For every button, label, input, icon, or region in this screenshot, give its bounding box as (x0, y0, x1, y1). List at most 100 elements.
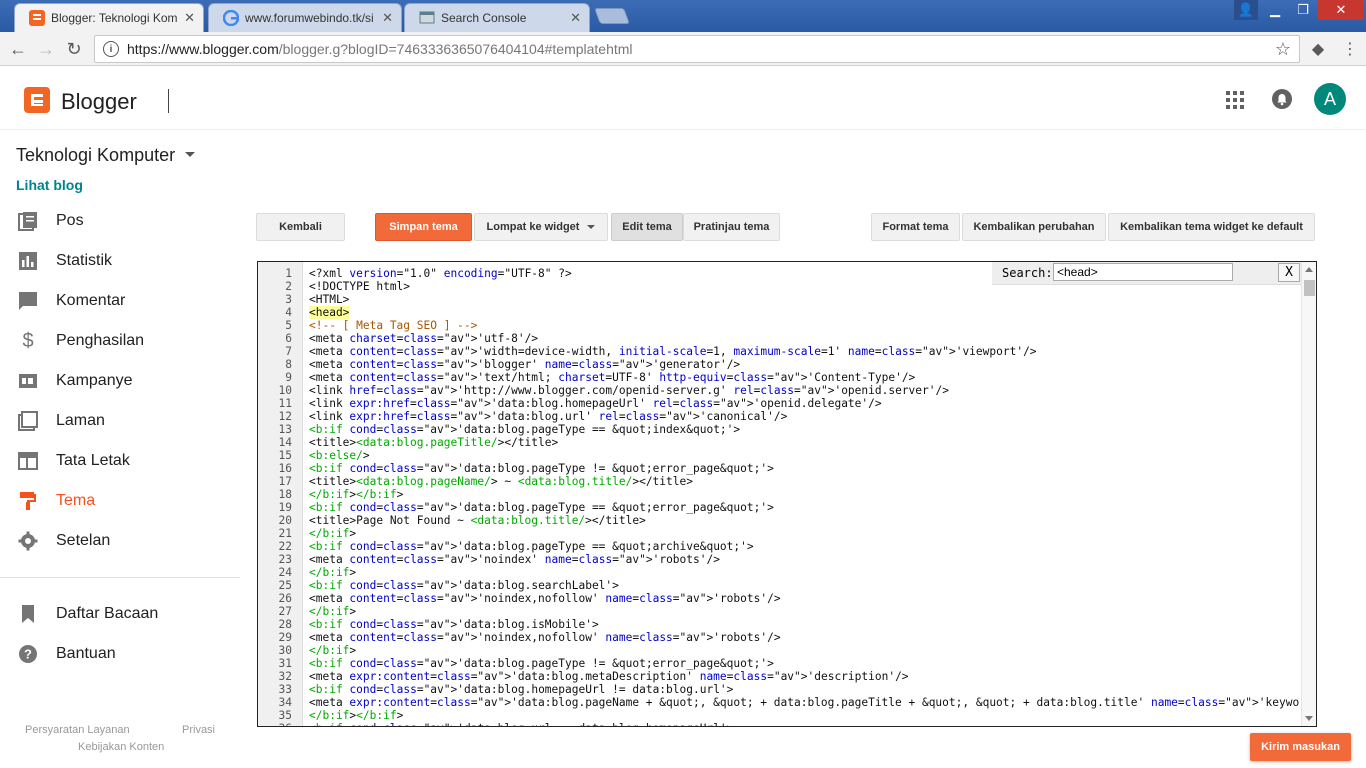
code-line[interactable]: 35 </b:if></b:if> (258, 709, 1298, 722)
code-line[interactable]: 5 <!-- [ Meta Tag SEO ] --> (258, 319, 1298, 332)
search-close-button[interactable]: X (1278, 263, 1300, 282)
revert-changes-button[interactable]: Kembalikan perubahan (962, 213, 1106, 241)
send-feedback-button[interactable]: Kirim masukan (1250, 733, 1351, 761)
sidebar-item-help[interactable]: ? Bantuan (0, 634, 240, 674)
sidebar-item-pages[interactable]: Laman (0, 401, 240, 441)
search-input[interactable] (1053, 263, 1233, 281)
code-editor[interactable]: 1 <?xml version="1.0" encoding="UTF-8" ?>… (257, 261, 1317, 727)
code-line[interactable]: 36 <b:if cond=class="av">'data:blog.url =… (258, 722, 1298, 726)
menu-icon[interactable]: ⋮ (1338, 37, 1362, 61)
bookmark-star-icon[interactable]: ☆ (1275, 39, 1291, 60)
extension-icon[interactable]: ◆ (1306, 37, 1330, 61)
line-number: 5 (285, 319, 292, 332)
code-line[interactable]: 3 <HTML> (258, 293, 1298, 306)
sidebar-item-campaigns[interactable]: Kampanye (0, 361, 240, 401)
scroll-down-icon[interactable] (1305, 716, 1313, 721)
sidebar-item-reading-list[interactable]: Daftar Bacaan (0, 594, 240, 634)
code-line[interactable]: 11 <link expr:href=class="av">'data:blog.… (258, 397, 1298, 410)
vertical-scrollbar[interactable] (1301, 262, 1316, 726)
window-close-icon[interactable]: ✕ (1318, 0, 1364, 20)
blogger-logo-icon[interactable] (24, 87, 50, 113)
address-bar[interactable]: i https://www.blogger.com/blogger.g?blog… (94, 35, 1300, 63)
code-line[interactable]: 20 <title>Page Not Found ~ <data:blog.tit… (258, 514, 1298, 527)
terms-link[interactable]: Persyaratan Layanan (25, 724, 130, 736)
sidebar-item-posts[interactable]: Pos (0, 201, 240, 241)
code-line[interactable]: 25 <b:if cond=class="av">'data:blog.searc… (258, 579, 1298, 592)
code-line[interactable]: 26 <meta content=class="av">'noindex,nofo… (258, 592, 1298, 605)
sidebar-divider (0, 577, 240, 578)
back-icon[interactable]: ← (6, 37, 30, 61)
code-line[interactable]: 31 <b:if cond=class="av">'data:blog.pageT… (258, 657, 1298, 670)
code-line[interactable]: 21 </b:if> (258, 527, 1298, 540)
new-tab-button[interactable] (594, 8, 630, 24)
code-line[interactable]: 6 <meta charset=class="av">'utf-8'/> (258, 332, 1298, 345)
reload-icon[interactable]: ↻ (62, 37, 86, 61)
code-line[interactable]: 13 <b:if cond=class="av">'data:blog.pageT… (258, 423, 1298, 436)
tab-close-icon[interactable]: ✕ (184, 10, 195, 26)
browser-tab-search-console[interactable]: Search Console ✕ (404, 3, 590, 32)
format-theme-button[interactable]: Format tema (871, 213, 960, 241)
code-line[interactable]: 22 <b:if cond=class="av">'data:blog.pageT… (258, 540, 1298, 553)
code-line[interactable]: 8 <meta content=class="av">'blogger' name… (258, 358, 1298, 371)
code-line[interactable]: 4 <head> (258, 306, 1298, 319)
blogger-logo-text[interactable]: Blogger (61, 89, 137, 115)
info-icon[interactable]: i (103, 41, 119, 57)
sidebar-item-layout[interactable]: Tata Letak (0, 441, 240, 481)
chevron-down-icon[interactable] (185, 152, 195, 157)
minimize-icon[interactable]: ▁ (1262, 0, 1288, 20)
profile-icon[interactable]: 👤 (1234, 0, 1258, 20)
code-line[interactable]: 7 <meta content=class="av">'width=device-… (258, 345, 1298, 358)
code-line[interactable]: 30 </b:if> (258, 644, 1298, 657)
browser-tab-forumwebindo[interactable]: www.forumwebindo.tk/si ✕ (208, 3, 402, 32)
code-line[interactable]: 19 <b:if cond=class="av">'data:blog.pageT… (258, 501, 1298, 514)
view-blog-link[interactable]: Lihat blog (16, 177, 83, 193)
restore-icon[interactable]: ❐ (1290, 0, 1316, 20)
privacy-link[interactable]: Privasi (182, 724, 215, 736)
code-text: </b:if> (309, 644, 357, 657)
line-number: 26 (278, 592, 292, 605)
code-line[interactable]: 32 <meta expr:content=class="av">'data:bl… (258, 670, 1298, 683)
code-line[interactable]: 28 <b:if cond=class="av">'data:blog.isMob… (258, 618, 1298, 631)
code-line[interactable]: 10 <link href=class="av">'http://www.blog… (258, 384, 1298, 397)
edit-theme-button[interactable]: Edit tema (611, 213, 683, 241)
apps-grid-icon[interactable] (1226, 91, 1244, 109)
search-console-favicon-icon (419, 11, 435, 24)
code-line[interactable]: 34 <meta expr:content=class="av">'data:bl… (258, 696, 1316, 709)
forward-icon[interactable]: → (34, 37, 58, 61)
notifications-bell-icon[interactable] (1272, 89, 1292, 109)
preview-theme-button[interactable]: Pratinjau tema (683, 213, 780, 241)
code-line[interactable]: 17 <title><data:blog.pageName/> ~ <data:b… (258, 475, 1298, 488)
sidebar-item-theme[interactable]: Tema (0, 481, 240, 521)
code-line[interactable]: 9 <meta content=class="av">'text/html; ch… (258, 371, 1298, 384)
scroll-up-icon[interactable] (1305, 267, 1313, 272)
code-line[interactable]: 15 <b:else/> (258, 449, 1298, 462)
code-line[interactable]: 24 </b:if> (258, 566, 1298, 579)
code-line[interactable]: 16 <b:if cond=class="av">'data:blog.pageT… (258, 462, 1298, 475)
sidebar-item-stats[interactable]: Statistik (0, 241, 240, 281)
code-line[interactable]: 29 <meta content=class="av">'noindex,nofo… (258, 631, 1298, 644)
scrollbar-thumb[interactable] (1304, 280, 1315, 296)
code-text: <b:if cond=class="av">'data:blog.homepag… (309, 683, 734, 696)
line-number: 2 (285, 280, 292, 293)
code-line[interactable]: 18 </b:if></b:if> (258, 488, 1298, 501)
avatar[interactable]: A (1314, 83, 1346, 115)
browser-tab-blogger[interactable]: Blogger: Teknologi Komp ✕ (14, 3, 204, 32)
sidebar-item-comments[interactable]: Komentar (0, 281, 240, 321)
blog-title-selector[interactable]: Teknologi Komputer (16, 145, 175, 166)
reset-widgets-button[interactable]: Kembalikan tema widget ke default (1108, 213, 1315, 241)
back-button[interactable]: Kembali (256, 213, 345, 241)
save-theme-button[interactable]: Simpan tema (375, 213, 472, 241)
tab-close-icon[interactable]: ✕ (570, 10, 581, 26)
sidebar-item-earnings[interactable]: $ Penghasilan (0, 321, 240, 361)
tab-close-icon[interactable]: ✕ (382, 10, 393, 26)
code-text: <title>Page Not Found ~ <data:blog.title… (309, 514, 646, 527)
code-text: <meta content=class="av">'noindex,nofoll… (309, 631, 781, 644)
code-line[interactable]: 23 <meta content=class="av">'noindex' nam… (258, 553, 1298, 566)
code-line[interactable]: 14 <title><data:blog.pageTitle/></title> (258, 436, 1298, 449)
jump-to-widget-dropdown[interactable]: Lompat ke widget (474, 213, 608, 241)
code-line[interactable]: 12 <link expr:href=class="av">'data:blog.… (258, 410, 1298, 423)
code-line[interactable]: 33 <b:if cond=class="av">'data:blog.homep… (258, 683, 1298, 696)
code-line[interactable]: 27 </b:if> (258, 605, 1298, 618)
sidebar-item-settings[interactable]: Setelan (0, 521, 240, 561)
content-policy-link[interactable]: Kebijakan Konten (78, 741, 164, 753)
